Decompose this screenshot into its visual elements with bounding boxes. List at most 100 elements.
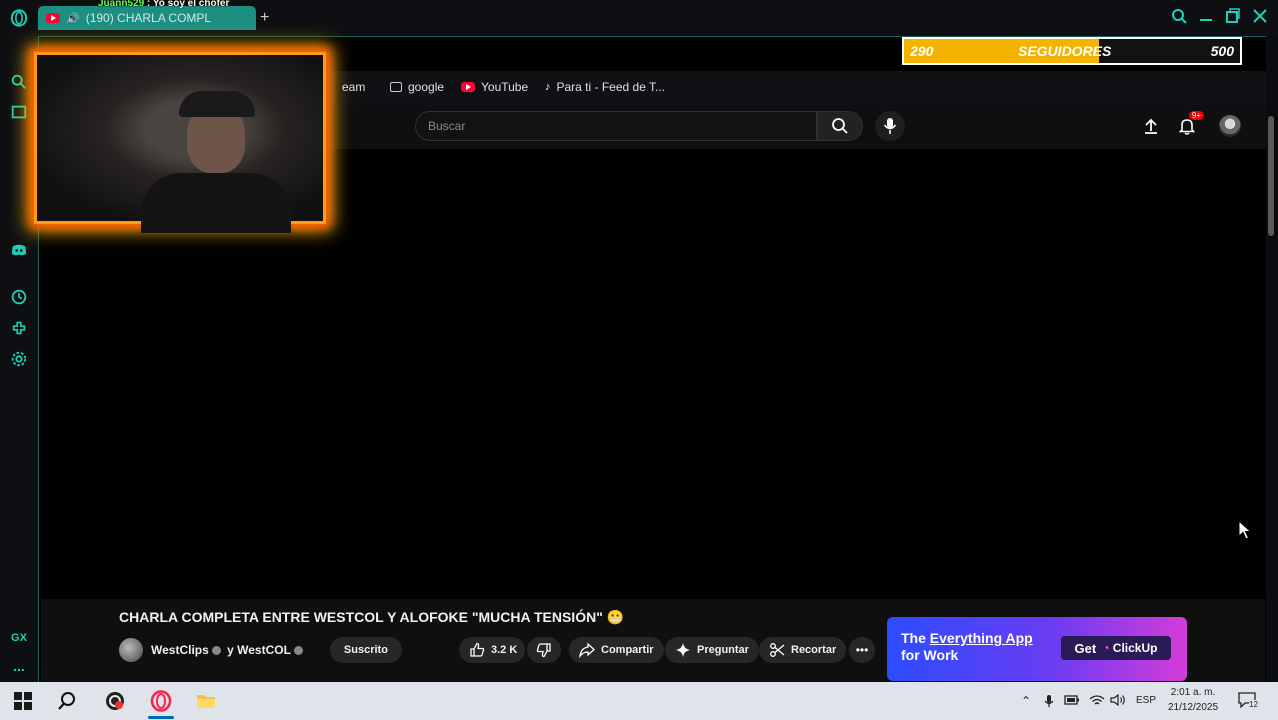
like-button[interactable]: 3.2 K (459, 637, 526, 663)
browser-search-icon[interactable] (1171, 8, 1187, 29)
volume-icon[interactable] (1110, 693, 1126, 709)
channel-avatar[interactable] (119, 638, 143, 662)
active-app-indicator (148, 716, 174, 719)
tray-chevron-up-icon[interactable]: ⌃ (1021, 694, 1031, 708)
folder-icon (197, 695, 215, 708)
taskbar-app-opera-gx[interactable] (150, 690, 172, 712)
folder-icon (390, 82, 402, 92)
thumbs-down-icon (536, 643, 551, 658)
thumbs-up-icon (470, 642, 485, 657)
search-button[interactable] (817, 111, 863, 141)
clock-date: 21/12/2025 (1168, 702, 1219, 713)
channel-name-primary: WestClips (151, 643, 209, 657)
account-avatar-button[interactable] (1219, 115, 1241, 137)
battery-icon[interactable] (1064, 694, 1080, 709)
ask-label: Preguntar (697, 644, 749, 656)
streamer-body (141, 173, 291, 233)
scissors-icon (770, 643, 785, 657)
share-icon (579, 642, 595, 658)
ad-cta-button[interactable]: Get ◔ ClickUp (1061, 636, 1171, 660)
stream-chat-line: Juann529 : Yo soy el chofer (98, 0, 229, 9)
dislike-button[interactable] (527, 637, 561, 663)
ask-button[interactable]: Preguntar (665, 637, 759, 663)
chat-username: Juann529 (98, 0, 145, 9)
chat-message: : Yo soy el chofer (144, 0, 230, 9)
search-icon (832, 118, 848, 134)
youtube-icon (461, 82, 475, 92)
voice-search-button[interactable] (875, 111, 905, 141)
extensions-icon[interactable] (9, 318, 29, 338)
settings-gear-icon[interactable] (9, 349, 29, 369)
taskbar-search-button[interactable] (56, 690, 78, 712)
upload-button[interactable] (1140, 115, 1162, 137)
search-input[interactable]: Buscar (415, 111, 817, 141)
bookmark-item-youtube[interactable]: YouTube (461, 80, 528, 94)
streamer-cap (179, 91, 255, 117)
follower-count: 290 (910, 43, 934, 59)
scrollbar-thumb[interactable] (1268, 116, 1274, 236)
taskbar-app-file-explorer[interactable] (195, 690, 217, 712)
gx-label[interactable]: GX (9, 628, 29, 648)
opera-logo-icon[interactable] (9, 8, 29, 28)
windows-logo-icon (14, 692, 32, 710)
bookmark-label: YouTube (481, 80, 529, 94)
tiktok-icon: ♪ (545, 81, 551, 93)
mouse-cursor-icon (1238, 520, 1252, 540)
tab-title: (190) CHARLA COMPL (85, 11, 212, 25)
share-label: Compartir (601, 644, 654, 656)
new-tab-button[interactable]: + (260, 9, 269, 27)
bookmark-item-tiktok[interactable]: ♪ Para ti - Feed de T... (545, 80, 665, 94)
restore-icon[interactable] (1226, 8, 1240, 29)
verified-icon (293, 646, 303, 656)
minimize-icon[interactable] (1199, 8, 1213, 29)
ad-line2: for Work (901, 647, 959, 663)
sparkle-icon (676, 643, 690, 657)
ad-line1-underlined: Everything App (929, 630, 1033, 646)
webcam-overlay (10, 40, 346, 236)
taskbar-app-obs[interactable] (104, 690, 126, 712)
sidebar-more-button[interactable]: ... (9, 656, 29, 676)
channel-row: WestClips y WestCOL Suscrito (119, 637, 402, 663)
like-count: 3.2 K (491, 644, 518, 656)
screen: { "stream_chat": { "user": "Juann529", "… (0, 0, 1278, 720)
start-button[interactable] (12, 690, 34, 712)
more-actions-button[interactable]: ••• (849, 637, 875, 663)
more-horizontal-icon: ••• (855, 643, 869, 657)
history-icon[interactable] (9, 287, 29, 307)
follower-label: SEGUIDORES (1018, 43, 1112, 59)
tab-youtube-active[interactable]: 🔊 (190) CHARLA COMPL (38, 6, 256, 30)
channel-name[interactable]: WestClips y WestCOL (151, 643, 306, 657)
webcam-frame (34, 52, 326, 233)
clip-button[interactable]: Recortar (759, 637, 847, 663)
page-scrollbar[interactable] (1266, 104, 1278, 682)
search-icon (58, 692, 75, 710)
notification-center-button[interactable]: 12 (1238, 692, 1258, 711)
clip-label: Recortar (791, 644, 837, 656)
speaker-icon[interactable]: 🔊 (66, 12, 80, 25)
language-indicator[interactable]: ESP (1136, 695, 1156, 706)
close-icon[interactable] (1253, 8, 1267, 29)
obs-icon (106, 692, 124, 710)
microphone-tray-icon[interactable] (1044, 694, 1054, 711)
notifications-button[interactable]: 9+ (1176, 111, 1204, 137)
ad-headline: The Everything App for Work (901, 630, 1033, 664)
wifi-icon[interactable] (1089, 694, 1105, 709)
clock-time: 2:01 a. m. (1170, 687, 1216, 698)
bell-icon (1179, 118, 1195, 135)
youtube-favicon-icon (46, 13, 60, 23)
subscribed-button[interactable]: Suscrito (329, 637, 402, 663)
upload-icon (1145, 118, 1157, 134)
share-button[interactable]: Compartir (569, 637, 664, 663)
microphone-icon (883, 118, 897, 134)
ad-cta-get: Get (1074, 640, 1097, 656)
discord-icon[interactable] (9, 240, 29, 260)
avatar (1219, 115, 1241, 137)
video-details: CHARLA COMPLETA ENTRE WESTCOL Y ALOFOKE … (41, 599, 1265, 683)
bookmark-item-google[interactable]: google (390, 80, 444, 94)
opera-gx-icon (150, 690, 172, 712)
verified-icon (211, 646, 221, 656)
clickup-ad-banner[interactable]: The Everything App for Work Get ◔ ClickU… (887, 617, 1187, 681)
notification-count: 12 (1249, 700, 1258, 709)
taskbar-clock[interactable]: 2:01 a. m. 21/12/2025 (1168, 685, 1218, 715)
bookmark-label: google (408, 80, 445, 94)
